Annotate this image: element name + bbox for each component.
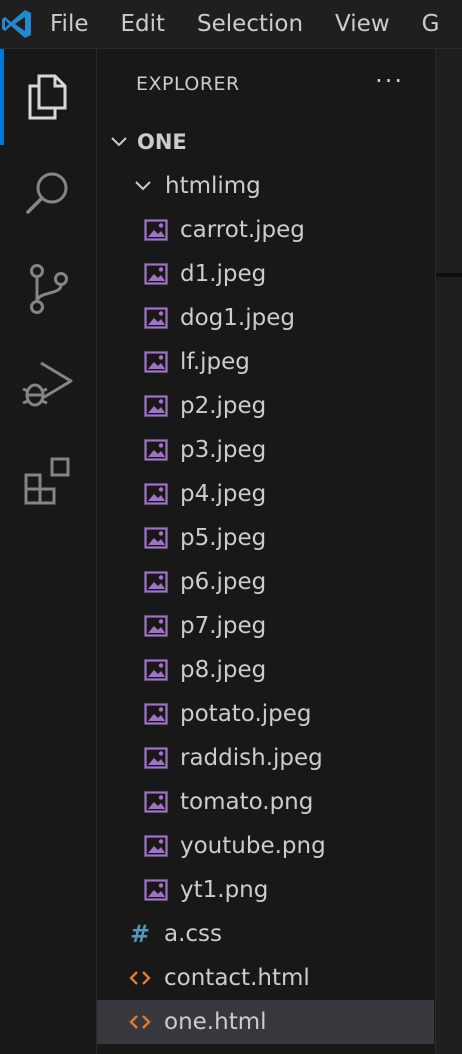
menu-view[interactable]: View	[335, 11, 390, 37]
tree-file-label: p3.jpeg	[180, 437, 267, 463]
image-file-icon	[144, 306, 168, 330]
image-file-icon	[144, 218, 168, 242]
tree-file-label: carrot.jpeg	[180, 217, 305, 243]
image-file-icon	[144, 526, 168, 550]
menu-file[interactable]: File	[50, 11, 89, 37]
tree-file-label: dog1.jpeg	[180, 305, 295, 331]
tree-file-label: lf.jpeg	[180, 349, 250, 375]
explorer-activity-button[interactable]	[0, 49, 96, 145]
tree-root-label: ONE	[137, 130, 187, 154]
tree-file-label: yt1.png	[180, 877, 269, 903]
explorer-sidebar: EXPLORER ··· ONE htmlimg carrot.jpeg d1.j…	[97, 49, 434, 1054]
tree-file-image[interactable]: potato.jpeg	[97, 692, 434, 736]
tree-file-label: potato.jpeg	[180, 701, 312, 727]
tree-file-image[interactable]: p6.jpeg	[97, 560, 434, 604]
chevron-down-icon	[107, 130, 131, 154]
extensions-icon	[24, 457, 70, 505]
explorer-title: EXPLORER	[136, 73, 240, 95]
more-actions-button[interactable]: ···	[375, 67, 404, 95]
source-control-icon	[30, 264, 68, 314]
menu-edit[interactable]: Edit	[121, 11, 166, 37]
tree-file-label: one.html	[164, 1009, 267, 1035]
html-file-icon	[128, 966, 152, 990]
explorer-header: EXPLORER ···	[97, 49, 434, 123]
tree-file-label: p7.jpeg	[180, 613, 267, 639]
search-activity-button[interactable]	[0, 145, 96, 241]
tree-file-label: tomato.png	[180, 789, 314, 815]
tree-file-label: youtube.png	[180, 833, 326, 859]
tree-file-image[interactable]: p8.jpeg	[97, 648, 434, 692]
css-file-icon: #	[129, 920, 151, 948]
chevron-down-icon	[131, 174, 155, 198]
image-file-icon	[144, 350, 168, 374]
source-control-activity-button[interactable]	[0, 241, 96, 337]
tree-file-image[interactable]: yt1.png	[97, 868, 434, 912]
tree-file-image[interactable]: dog1.jpeg	[97, 296, 434, 340]
tree-file-image[interactable]: p2.jpeg	[97, 384, 434, 428]
title-bar: File Edit Selection View G	[0, 0, 462, 49]
image-file-icon	[144, 658, 168, 682]
image-file-icon	[144, 790, 168, 814]
tree-folder-label: htmlimg	[165, 173, 261, 199]
image-file-icon	[144, 262, 168, 286]
tree-folder-htmlimg[interactable]: htmlimg	[97, 164, 434, 208]
activity-bar	[0, 49, 97, 1054]
tree-file-image[interactable]: p4.jpeg	[97, 472, 434, 516]
image-file-icon	[144, 482, 168, 506]
tree-file-image[interactable]: tomato.png	[97, 780, 434, 824]
menu-go[interactable]: G	[422, 11, 440, 37]
search-icon	[26, 172, 68, 214]
html-file-icon	[128, 1010, 152, 1034]
tree-file-label: a.css	[164, 921, 223, 947]
tree-file-label: d1.jpeg	[180, 261, 267, 287]
tree-file-image[interactable]: d1.jpeg	[97, 252, 434, 296]
editor-area	[435, 49, 462, 1054]
menu-selection[interactable]: Selection	[197, 11, 303, 37]
image-file-icon	[144, 394, 168, 418]
files-icon	[28, 74, 67, 120]
tree-file-image[interactable]: lf.jpeg	[97, 340, 434, 384]
tree-file-image[interactable]: raddish.jpeg	[97, 736, 434, 780]
run-debug-activity-button[interactable]	[0, 337, 96, 433]
image-file-icon	[144, 746, 168, 770]
tree-root-folder[interactable]: ONE	[97, 120, 434, 164]
tree-file-image[interactable]: p5.jpeg	[97, 516, 434, 560]
tree-file-image[interactable]: carrot.jpeg	[97, 208, 434, 252]
tree-file-css[interactable]: # a.css	[97, 912, 434, 956]
tree-file-label: contact.html	[164, 965, 310, 991]
tree-file-label: p2.jpeg	[180, 393, 267, 419]
extensions-activity-button[interactable]	[0, 433, 96, 529]
tree-file-html[interactable]: contact.html	[97, 956, 434, 1000]
image-file-icon	[144, 834, 168, 858]
tree-file-label: p4.jpeg	[180, 481, 267, 507]
image-file-icon	[144, 702, 168, 726]
run-debug-icon	[22, 361, 73, 407]
tree-file-label: p8.jpeg	[180, 657, 267, 683]
image-file-icon	[144, 570, 168, 594]
tree-file-label: raddish.jpeg	[180, 745, 323, 771]
tree-file-image[interactable]: p3.jpeg	[97, 428, 434, 472]
editor-tab-divider	[436, 273, 462, 277]
tree-file-label: p5.jpeg	[180, 525, 267, 551]
image-file-icon	[144, 614, 168, 638]
image-file-icon	[144, 438, 168, 462]
tree-file-image[interactable]: youtube.png	[97, 824, 434, 868]
image-file-icon	[144, 878, 168, 902]
tree-file-label: p6.jpeg	[180, 569, 267, 595]
vscode-logo-icon[interactable]	[0, 0, 34, 48]
tree-file-html-selected[interactable]: one.html	[97, 1000, 434, 1044]
tree-file-image[interactable]: p7.jpeg	[97, 604, 434, 648]
